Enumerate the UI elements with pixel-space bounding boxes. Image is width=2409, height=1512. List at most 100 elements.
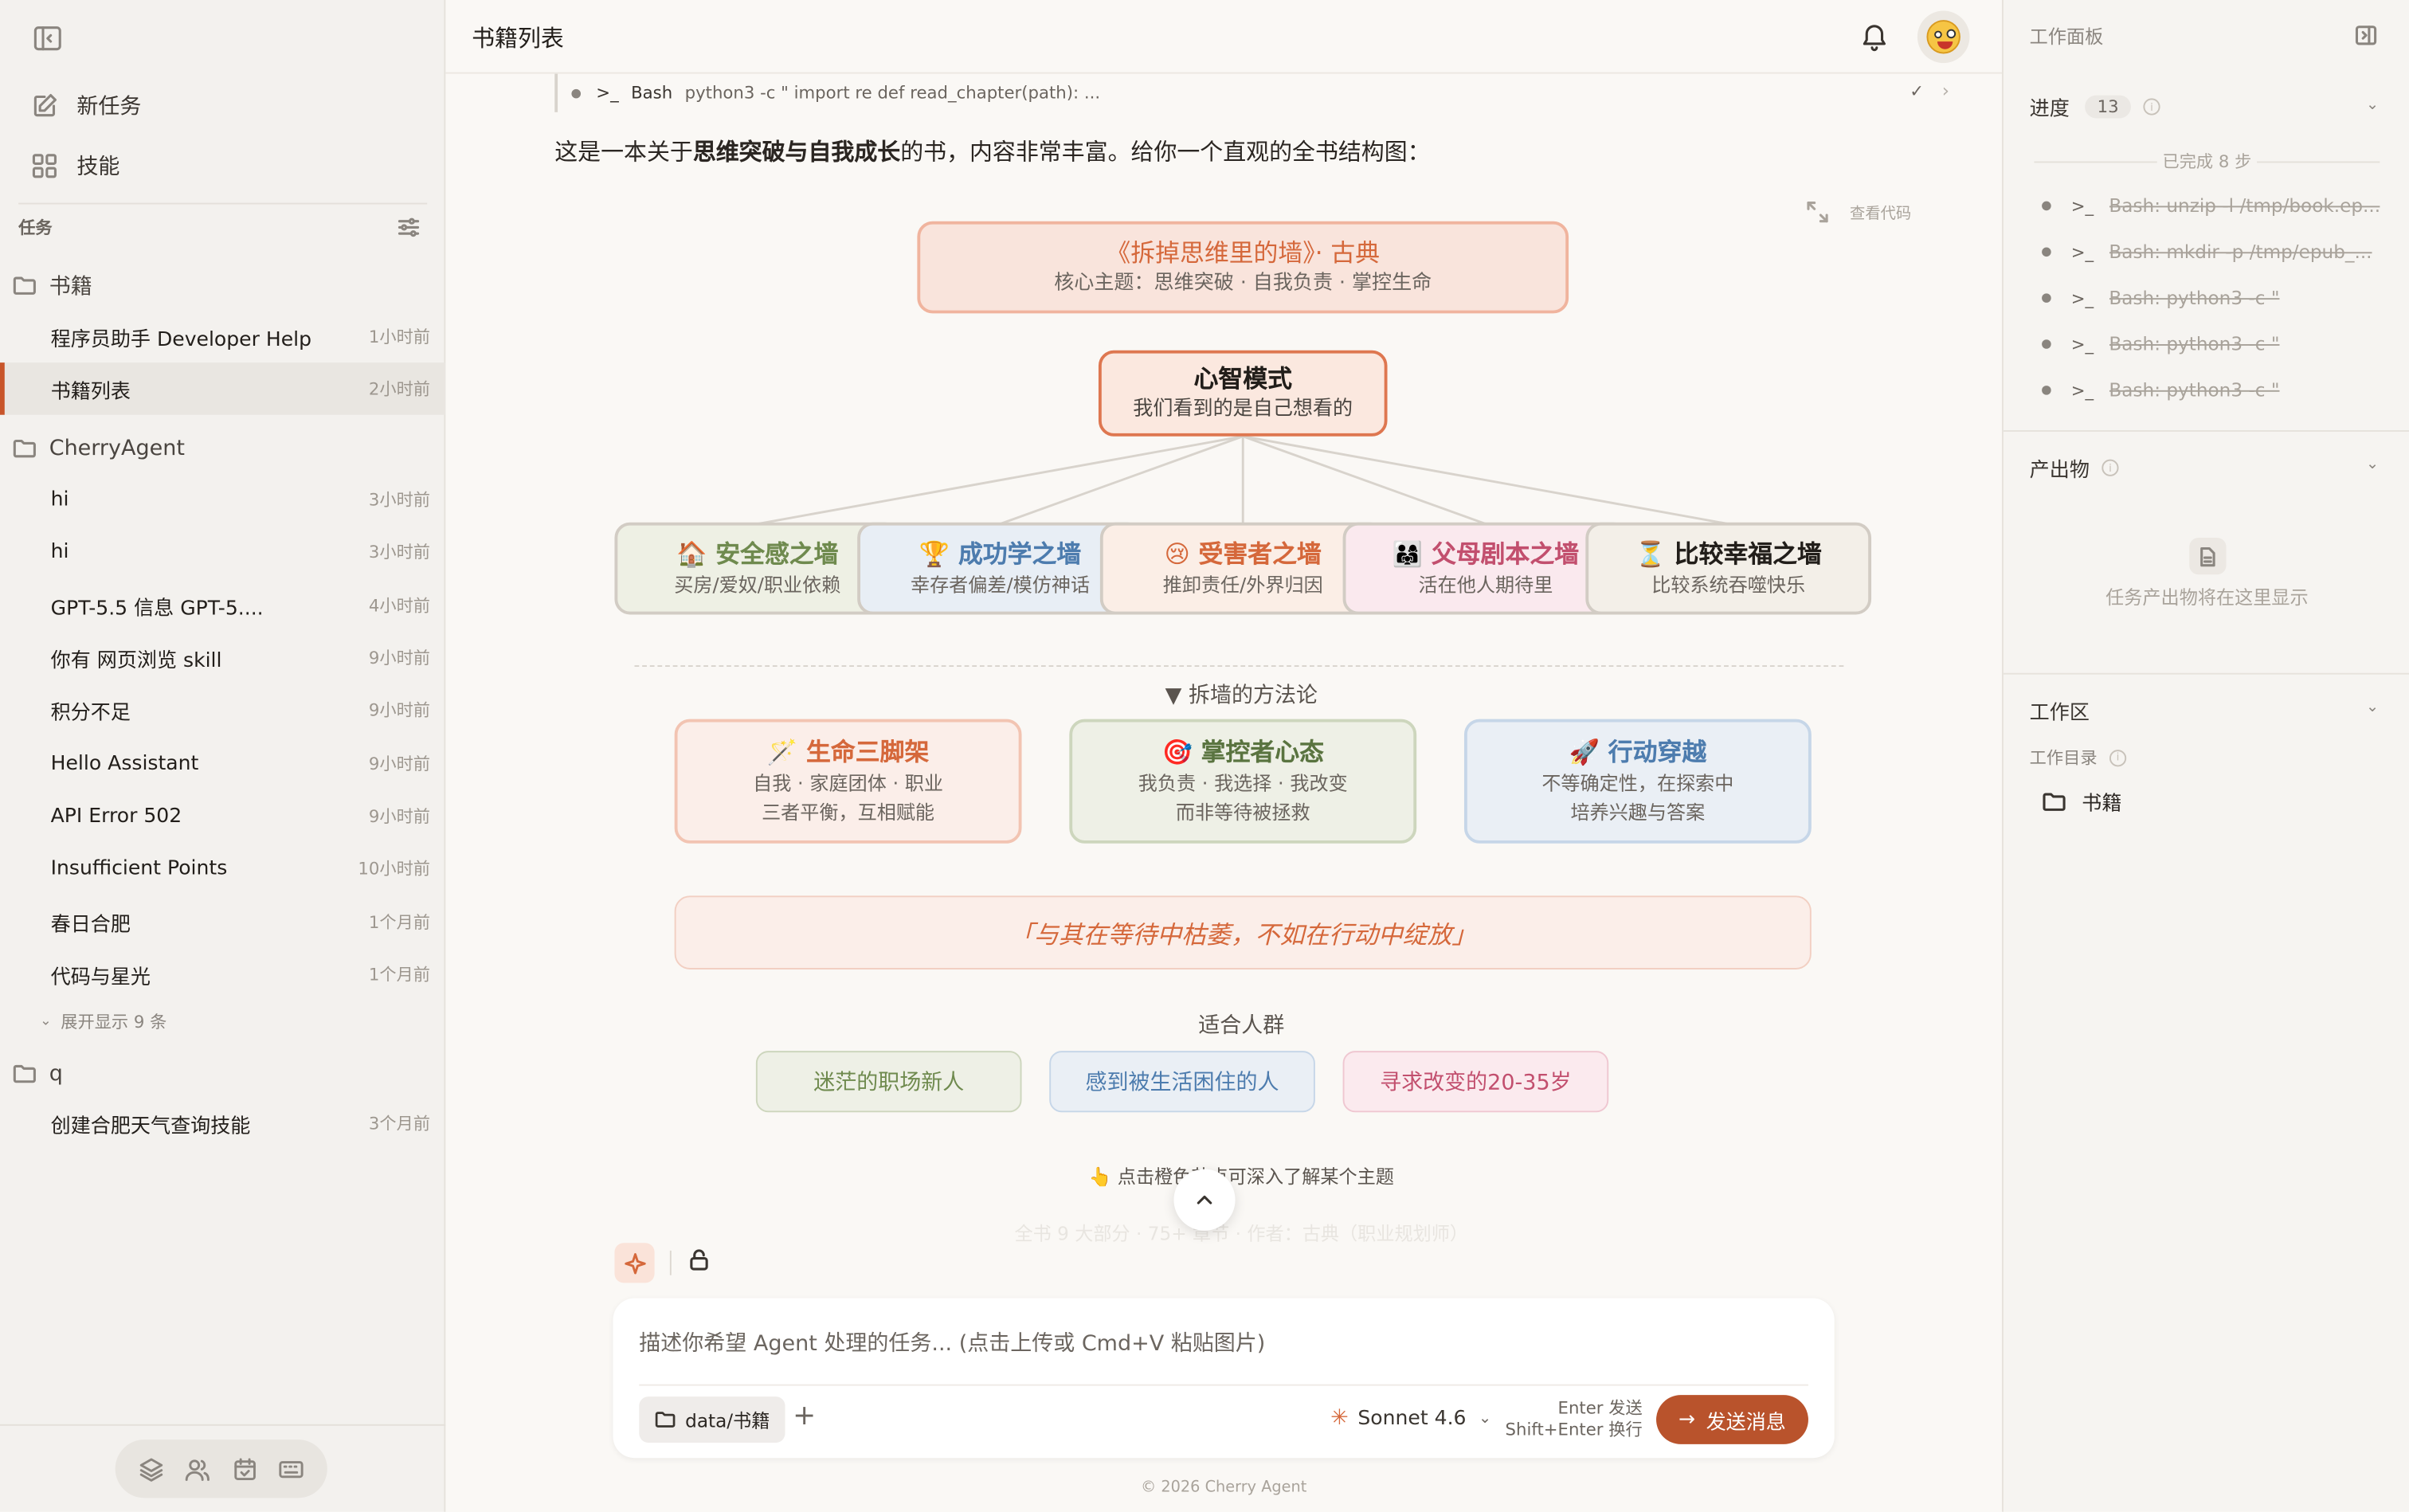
workspace-header[interactable]: 工作区	[2030, 696, 2090, 725]
layers-icon[interactable]	[138, 1455, 164, 1482]
task-title: 你有 网页浏览 skill	[50, 648, 222, 672]
expand-more-button[interactable]: ⌄ 展开显示 9 条	[40, 1009, 166, 1034]
edit-icon	[33, 94, 57, 117]
task-item[interactable]: 代码与星光 1个月前	[0, 948, 445, 1001]
chevron-down-icon[interactable]: ⌄	[2366, 699, 2379, 716]
info-icon: i	[2143, 98, 2160, 116]
workdir-label-row: 工作目录 i	[2030, 745, 2127, 770]
task-title: hi	[50, 539, 69, 563]
bell-icon[interactable]	[1859, 22, 1890, 53]
composer: 描述你希望 Agent 处理的任务... (点击上传或 Cmd+V 粘贴图片) …	[613, 1298, 1835, 1459]
audience-chip[interactable]: 迷茫的职场新人	[755, 1051, 1022, 1113]
diagram-title-node[interactable]: 《拆掉思维里的墙》· 古典 核心主题：思维突破 · 自我负责 · 掌控生命	[917, 221, 1569, 314]
artifacts-empty-text: 任务产出物将在这里显示	[2105, 586, 2309, 609]
filter-icon[interactable]	[397, 215, 421, 240]
workdir-folder[interactable]: 书籍	[2042, 786, 2121, 816]
keyboard-icon[interactable]	[279, 1455, 305, 1482]
task-item-active[interactable]: 书籍列表 2小时前	[0, 362, 446, 415]
wall-node-compare[interactable]: ⏳ 比较幸福之墙 比较系统吞噬快乐	[1585, 522, 1872, 615]
composer-tools	[614, 1243, 711, 1283]
skills-button[interactable]: 技能	[18, 140, 427, 193]
chevron-down-icon[interactable]: ⌄	[2366, 97, 2379, 114]
method-node-action[interactable]: 🚀 行动穿越 不等确定性，在探索中 培养兴趣与答案	[1463, 719, 1812, 844]
step-item[interactable]: >_ Bash: python3 -c "	[2042, 283, 2395, 314]
step-text: Bash: python3 -c "	[2109, 379, 2280, 402]
task-time: 4小时前	[368, 596, 431, 617]
chevron-down-icon[interactable]: ⌄	[2366, 456, 2379, 473]
progress-header[interactable]: 进度 13 i	[2030, 92, 2160, 121]
diagram-title: 《拆掉思维里的墙》· 古典	[1106, 237, 1381, 267]
task-time: 3小时前	[368, 490, 431, 511]
wall-subtitle: 推卸责任/外界归因	[1162, 572, 1323, 596]
artifacts-header[interactable]: 产出物 i	[2030, 453, 2119, 483]
task-time: 3个月前	[368, 1114, 431, 1134]
copyright: © 2026 Cherry Agent	[1140, 1479, 1307, 1497]
folder-chip[interactable]: data/书籍	[639, 1396, 785, 1443]
task-item[interactable]: Hello Assistant 9小时前	[0, 738, 445, 790]
task-item[interactable]: 程序员助手 Developer Help 1小时前	[0, 311, 445, 363]
method-line: 培养兴趣与答案	[1570, 799, 1706, 823]
core-node[interactable]: 心智模式 我们看到的是自己想看的	[1098, 350, 1388, 437]
calendar-icon[interactable]	[232, 1455, 258, 1482]
add-icon[interactable]: +	[793, 1400, 816, 1432]
model-label: Sonnet 4.6	[1357, 1406, 1467, 1430]
claude-star-icon: ✳	[1330, 1405, 1349, 1431]
step-item[interactable]: >_ Bash: python3 -c "	[2042, 329, 2395, 360]
task-input[interactable]: 描述你希望 Agent 处理的任务... (点击上传或 Cmd+V 粘贴图片)	[639, 1327, 1265, 1358]
status-dot	[2042, 247, 2051, 257]
wall-subtitle: 买房/爱奴/职业依赖	[674, 572, 841, 596]
avatar[interactable]	[1917, 10, 1970, 64]
work-panel: 工作面板 进度 13 i ⌄ 已完成 8 步 >_ Bash: unzip -l …	[2001, 0, 2409, 1512]
scroll-up-button[interactable]	[1173, 1169, 1236, 1231]
file-icon	[2188, 538, 2226, 575]
task-title: Hello Assistant	[50, 752, 199, 775]
audience-chip[interactable]: 寻求改变的20-35岁	[1342, 1051, 1609, 1113]
artifacts-label: 产出物	[2029, 459, 2090, 483]
folder-label: q	[49, 1061, 63, 1087]
task-item[interactable]: API Error 502 9小时前	[0, 789, 445, 842]
task-item[interactable]: Insufficient Points 10小时前	[0, 842, 445, 895]
task-item[interactable]: hi 3小时前	[0, 526, 445, 578]
users-icon[interactable]	[185, 1455, 211, 1482]
keyboard-hint: Enter 发送 Shift+Enter 换行	[1504, 1398, 1643, 1441]
dashed-divider	[634, 665, 1844, 668]
task-item[interactable]: hi 3小时前	[0, 473, 445, 526]
folder-q[interactable]: q	[12, 1054, 63, 1094]
sparkle-button[interactable]	[614, 1243, 655, 1283]
send-button[interactable]: → 发送消息	[1656, 1395, 1808, 1444]
folder-books[interactable]: 书籍	[12, 266, 92, 306]
sidebar-toggle-icon[interactable]	[31, 22, 65, 55]
artifacts-empty-state: 任务产出物将在这里显示	[2004, 538, 2409, 610]
panel-toggle-icon[interactable]	[2354, 23, 2379, 48]
grid-icon	[32, 154, 57, 178]
folder-cherryagent[interactable]: CherryAgent	[12, 429, 185, 468]
method-node-control[interactable]: 🎯 掌控者心态 我负责 · 我选择 · 我改变 而非等待被拯救	[1069, 719, 1417, 844]
lock-button[interactable]	[687, 1248, 711, 1279]
audience-chip[interactable]: 感到被生活困住的人	[1049, 1051, 1315, 1113]
method-section-title: ▼ 拆墙的方法论	[1165, 684, 1318, 709]
task-item[interactable]: 春日合肥 1个月前	[0, 895, 445, 948]
page-title: 书籍列表	[472, 24, 564, 53]
step-item[interactable]: >_ Bash: unzip -l /tmp/book.ep...	[2042, 190, 2395, 221]
task-title: 程序员助手 Developer Help	[50, 327, 312, 351]
lock-icon	[690, 1249, 708, 1271]
step-text: Bash: python3 -c "	[2109, 287, 2280, 309]
step-item[interactable]: >_ Bash: python3 -c "	[2042, 375, 2395, 406]
task-title: Insufficient Points	[50, 856, 228, 880]
task-item[interactable]: GPT-5.5 信息 GPT-5.... 4小时前	[0, 579, 445, 632]
task-item[interactable]: 你有 网页浏览 skill 9小时前	[0, 632, 445, 684]
terminal-icon: >_	[2070, 288, 2094, 308]
folder-icon	[655, 1412, 676, 1428]
divider	[639, 1384, 1808, 1386]
task-time: 1个月前	[368, 965, 431, 985]
task-item[interactable]: 创建合肥天气查询技能 3个月前	[0, 1097, 445, 1150]
task-item[interactable]: 积分不足 9小时前	[0, 684, 445, 736]
new-task-button[interactable]: 新任务	[18, 80, 427, 132]
step-item[interactable]: >_ Bash: mkdir -p /tmp/epub_...	[2042, 237, 2395, 268]
divider	[18, 202, 428, 205]
progress-count: 13	[2085, 95, 2131, 119]
method-node-tripod[interactable]: 🪄 生命三脚架 自我 · 家庭团体 · 职业 三者平衡，互相赋能	[674, 719, 1022, 844]
method-title: 🪄 生命三脚架	[766, 736, 930, 766]
model-selector[interactable]: ✳ Sonnet 4.6 ⌄	[1330, 1406, 1491, 1431]
method-line: 自我 · 家庭团体 · 职业	[753, 770, 944, 794]
